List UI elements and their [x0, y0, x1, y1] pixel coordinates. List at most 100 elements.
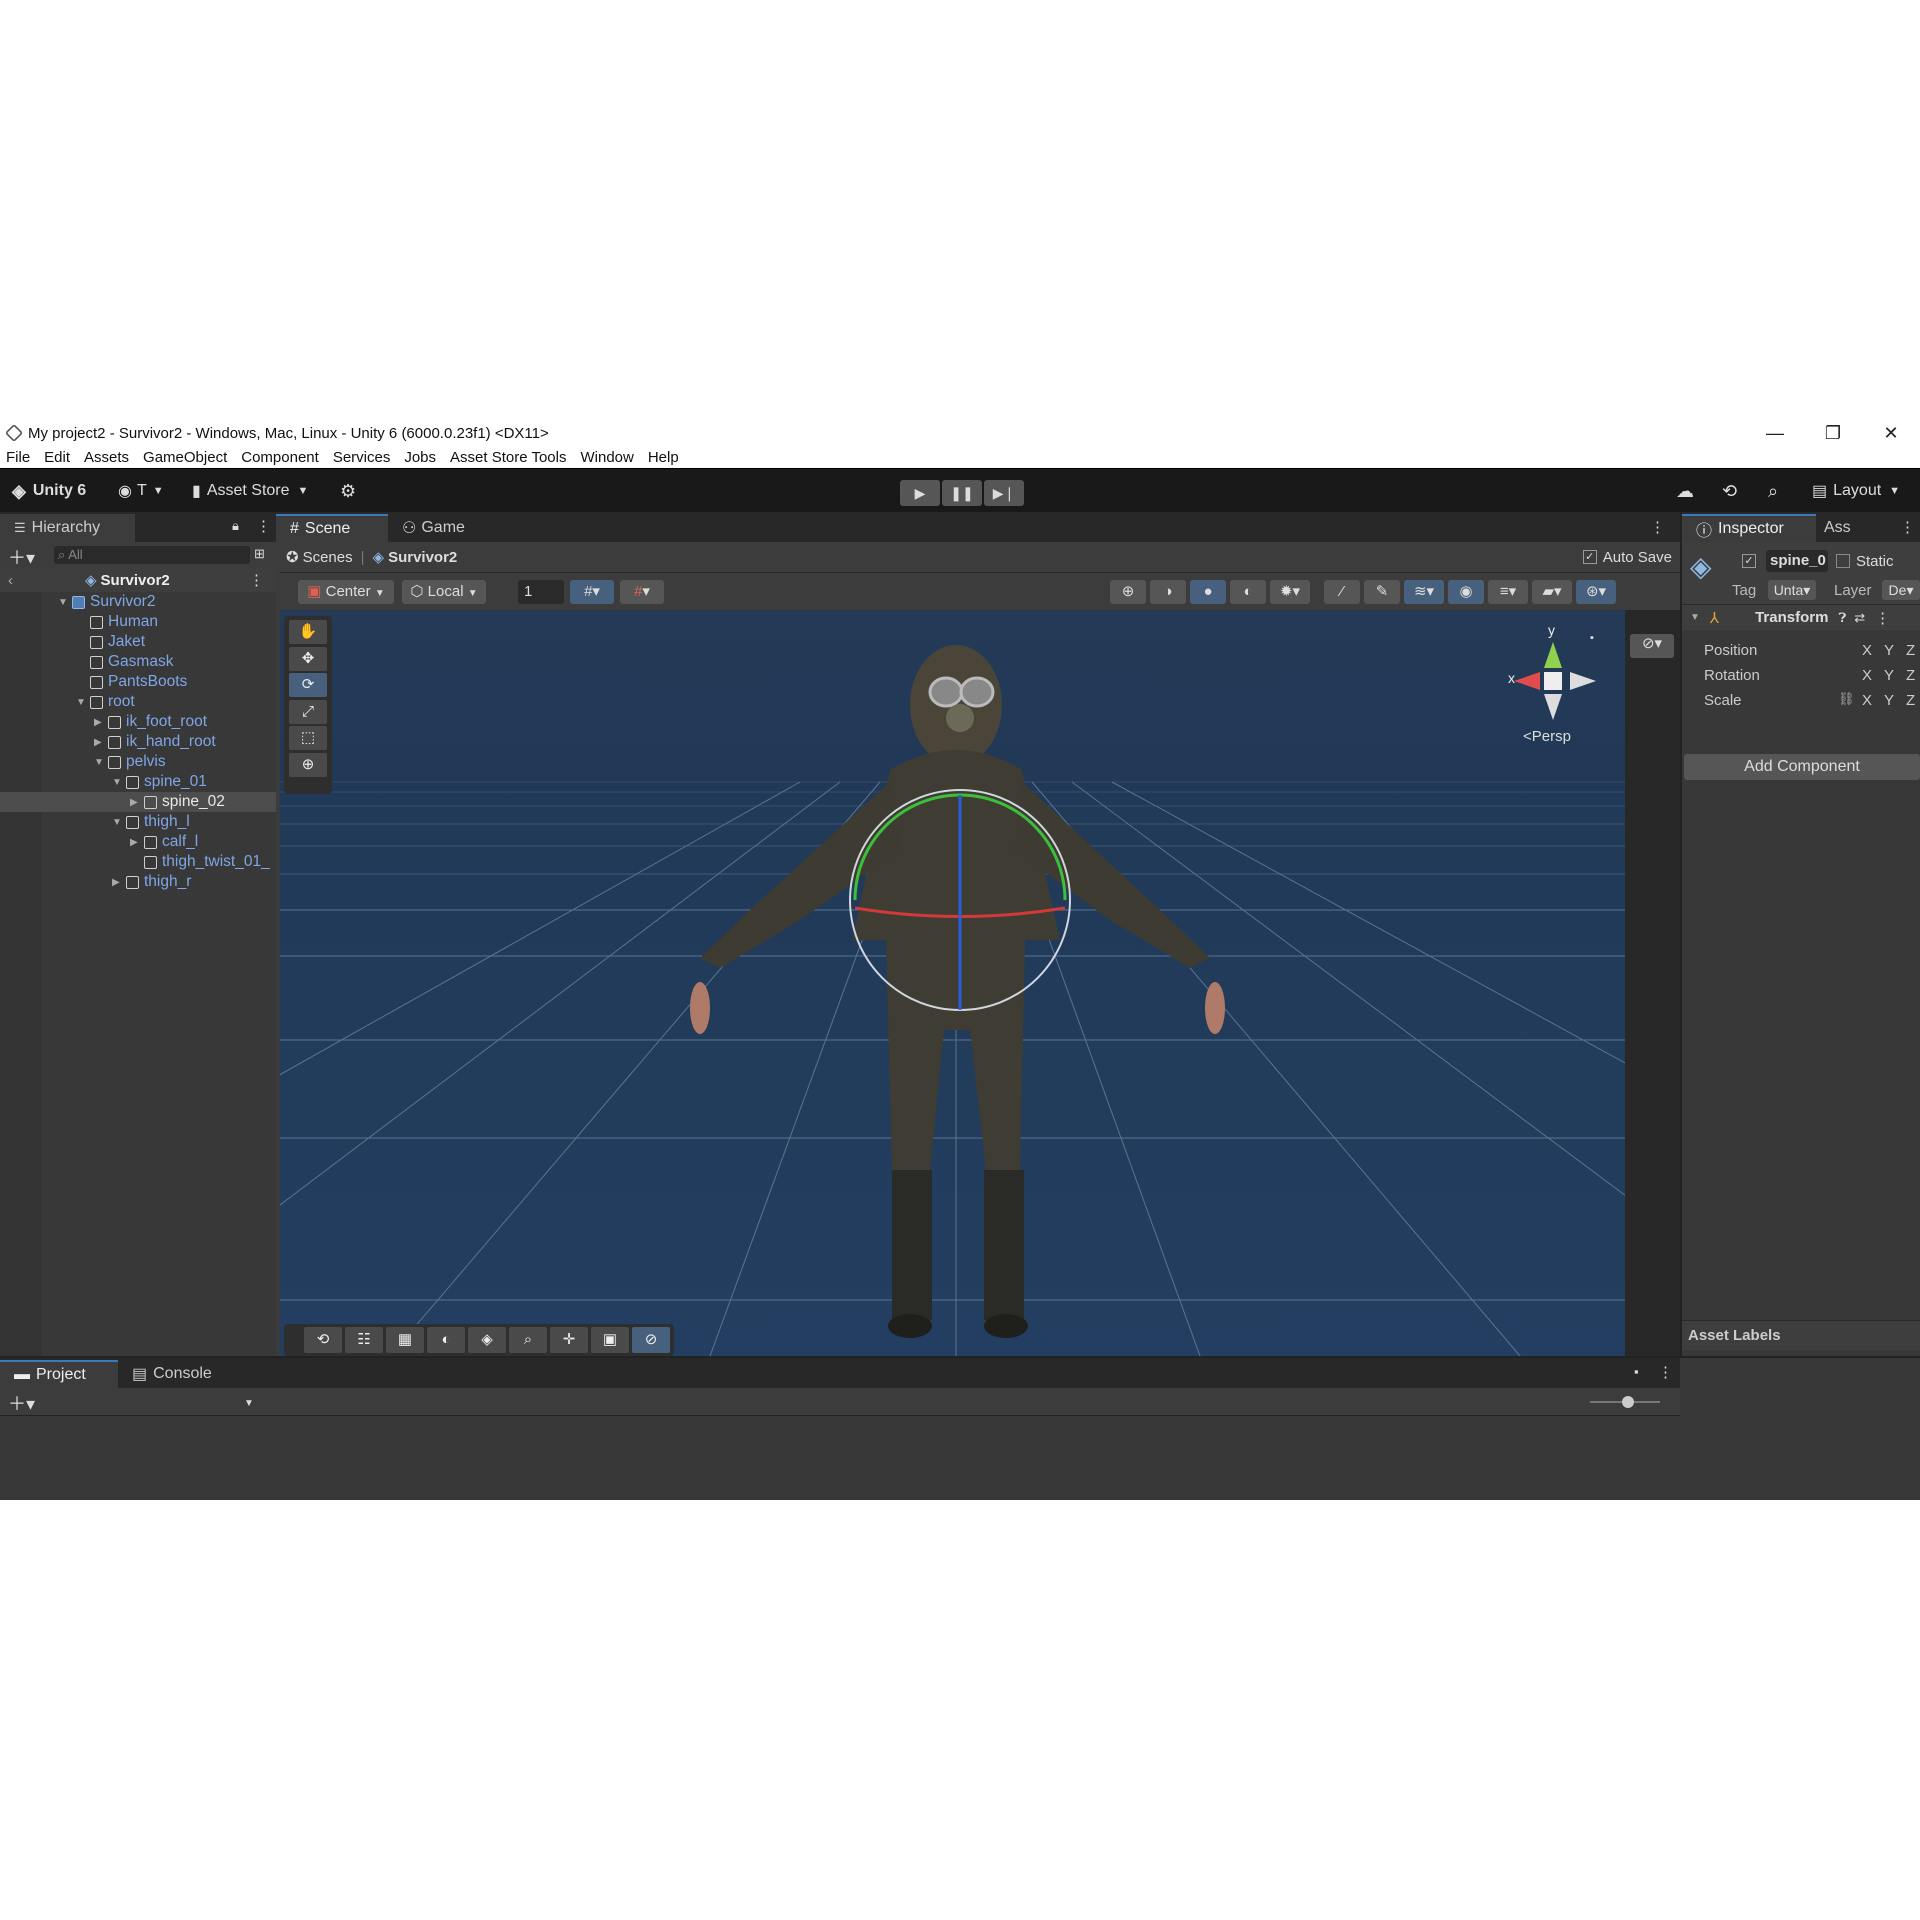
asset-store-button[interactable]: ▮ Asset Store ▼ [192, 469, 308, 513]
filter-icon[interactable]: ⊞ [254, 546, 265, 562]
add-component-button[interactable]: Add Component [1684, 754, 1920, 780]
expand-right-icon[interactable]: ▶ [112, 877, 126, 888]
add-icon[interactable]: ＋▾ [8, 1390, 35, 1416]
transform-tool-button[interactable]: ⊕ [289, 752, 327, 777]
debug-draw-dropdown[interactable]: ✹▾ [1270, 580, 1310, 604]
hierarchy-item[interactable]: ▼ spine_01 [0, 772, 276, 792]
account-button[interactable]: ◉ T ▼ [118, 469, 164, 513]
hierarchy-item[interactable]: ▼ Survivor2 [0, 592, 276, 612]
wireframe-shading-button[interactable]: ⊕ [1110, 580, 1146, 604]
grid-snap-input[interactable]: 1 [518, 580, 564, 604]
axis-x-field[interactable]: X [1862, 642, 1872, 659]
scene-viewport[interactable]: y x ▪ <Persp ✋ ✥ ⟳ ⤢ ⬚ ⊕ ⟲ ☷ ▦ ◐ ◈ ⌕ ✛ ▣ [280, 610, 1625, 1356]
grid-tool-button[interactable]: ▦ [386, 1327, 424, 1353]
grid-visibility-button[interactable]: #▾ [570, 580, 614, 604]
expand-down-icon[interactable]: ▼ [94, 757, 108, 768]
hierarchy-item[interactable]: Human [0, 612, 276, 632]
hierarchy-item[interactable]: ▶ calf_l [0, 832, 276, 852]
hierarchy-item[interactable]: ▶ spine_02 [0, 792, 276, 812]
hierarchy-item[interactable]: ▶ ik_hand_root [0, 732, 276, 752]
search-tool-button[interactable]: ⌕ [509, 1327, 547, 1353]
scale-tool-button[interactable]: ⤢ [289, 699, 327, 724]
menu-gameobject[interactable]: GameObject [143, 449, 227, 466]
expand-right-icon[interactable]: ▶ [94, 717, 108, 728]
axis-x-field[interactable]: X [1862, 667, 1872, 684]
menu-jobs[interactable]: Jobs [404, 449, 436, 466]
lock-icon[interactable]: 🔒︎ [232, 518, 239, 534]
expand-down-icon[interactable]: ▼ [58, 597, 72, 608]
add-icon[interactable]: ＋▾ [8, 544, 35, 570]
camera-dropdown[interactable]: ▰▾ [1532, 580, 1572, 604]
static-checkbox[interactable] [1836, 554, 1850, 568]
tab-game[interactable]: ⚇ Game [388, 514, 479, 542]
back-icon[interactable]: ‹ [8, 572, 13, 589]
help-icon[interactable]: ❓︎ [1838, 610, 1846, 626]
auto-save-checkbox[interactable]: ✓ [1582, 550, 1597, 564]
expand-right-icon[interactable]: ▶ [94, 737, 108, 748]
hierarchy-item[interactable]: thigh_twist_01_ [0, 852, 276, 872]
layer-dropdown[interactable]: De▾ [1882, 580, 1920, 600]
chevron-down-icon[interactable]: ▼ [244, 1398, 254, 1409]
history-icon[interactable]: ⟲ [1722, 469, 1737, 513]
sliders-tool-button[interactable]: ☷ [345, 1327, 383, 1353]
constrain-proportions-icon[interactable]: ⛓ [1838, 691, 1855, 707]
hierarchy-item[interactable]: ▼ thigh_l [0, 812, 276, 832]
menu-assets[interactable]: Assets [84, 449, 129, 466]
transform-header[interactable]: ▼ ⅄ Transform ❓︎ ⇄ ⋮ [1682, 604, 1920, 630]
tab-inspector[interactable]: ⓘ Inspector [1682, 514, 1816, 542]
more-icon[interactable]: ⋮ [1650, 518, 1665, 536]
compass-tool-button[interactable]: ⊘ [632, 1327, 670, 1353]
hierarchy-search-input[interactable]: ⌕ All [54, 546, 250, 564]
tag-dropdown[interactable]: Unta▾ [1768, 580, 1816, 600]
pause-button[interactable]: ❚❚ [942, 480, 982, 506]
hierarchy-item[interactable]: PantsBoots [0, 672, 276, 692]
menu-services[interactable]: Services [333, 449, 391, 466]
hierarchy-item[interactable]: Gasmask [0, 652, 276, 672]
axis-y-field[interactable]: Y [1884, 692, 1894, 709]
axis-z-field[interactable]: Z [1906, 692, 1915, 709]
minimize-button[interactable]: — [1746, 420, 1804, 446]
hierarchy-item[interactable]: ▶ thigh_r [0, 872, 276, 892]
camera-tool-button[interactable]: ▣ [591, 1327, 629, 1353]
tab-scene[interactable]: # Scene [276, 514, 388, 542]
tab-project[interactable]: ▬ Project [0, 1360, 118, 1388]
search-icon[interactable]: ⌕ [1768, 469, 1778, 513]
gizmos-dropdown[interactable]: ⊛▾ [1576, 580, 1616, 604]
pivot-space-dropdown[interactable]: ⬡ Local ▼ [402, 580, 486, 604]
zoom-slider-handle[interactable] [1622, 1396, 1634, 1408]
axis-z-field[interactable]: Z [1906, 642, 1915, 659]
menu-component[interactable]: Component [241, 449, 319, 466]
expand-right-icon[interactable]: ▶ [130, 837, 144, 848]
persp-toggle[interactable]: <Persp [1523, 728, 1571, 745]
tab-console[interactable]: ▤ Console [118, 1360, 226, 1388]
rotate-tool-button[interactable]: ⟳ [289, 673, 327, 698]
lock-icon[interactable]: ▪ [1634, 1364, 1639, 1379]
more-icon[interactable]: ⋮ [249, 571, 264, 589]
pivot-tool-button[interactable]: ✛ [550, 1327, 588, 1353]
more-icon[interactable]: ⋮ [1658, 1363, 1673, 1381]
hierarchy-item[interactable]: ▼ root [0, 692, 276, 712]
menu-window[interactable]: Window [580, 449, 633, 466]
cloud-icon[interactable]: ☁ [1676, 469, 1694, 513]
expand-down-icon[interactable]: ▼ [112, 817, 126, 828]
axis-z-field[interactable]: Z [1906, 667, 1915, 684]
shaded-wireframe-button[interactable]: ◑ [1150, 580, 1186, 604]
breadcrumb-scenes[interactable]: Scenes [303, 549, 353, 566]
tab-hierarchy[interactable]: ☰ Hierarchy [0, 514, 135, 542]
package-manager-icon[interactable]: ⚙ [340, 469, 356, 513]
toggle-lighting-button[interactable]: ✎ [1364, 580, 1400, 604]
more-icon[interactable]: ⋮ [1875, 609, 1890, 627]
play-button[interactable]: ▶ [900, 480, 940, 506]
menu-edit[interactable]: Edit [44, 449, 70, 466]
effects-dropdown[interactable]: ≋▾ [1404, 580, 1444, 604]
close-button[interactable]: ✕ [1862, 420, 1920, 446]
axis-y-field[interactable]: Y [1884, 642, 1894, 659]
expand-down-icon[interactable]: ▼ [112, 777, 126, 788]
menu-asset-store-tools[interactable]: Asset Store Tools [450, 449, 566, 466]
tab-asset-store[interactable]: Ass [1816, 514, 1859, 542]
hierarchy-item[interactable]: Jaket [0, 632, 276, 652]
orbit-tool-button[interactable]: ⟲ [304, 1327, 342, 1353]
expand-right-icon[interactable]: ▶ [130, 797, 144, 808]
step-button[interactable]: ▶❘ [984, 480, 1024, 506]
hierarchy-item[interactable]: ▶ ik_foot_root [0, 712, 276, 732]
